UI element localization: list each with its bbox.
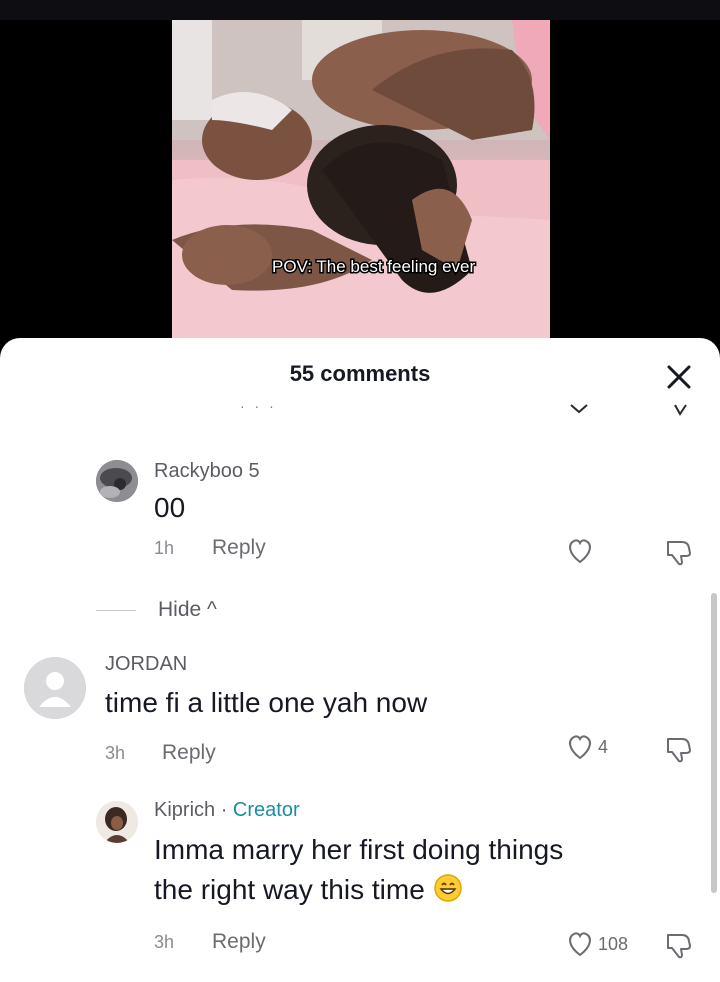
comment-text: 00 <box>154 492 186 523</box>
video-player[interactable]: POV: The best feeling ever <box>172 20 550 338</box>
comment-text: time fi a little one yah now <box>105 687 428 718</box>
comment-text-line: the right way this time <box>154 874 425 905</box>
reply-button[interactable]: Reply <box>162 741 216 765</box>
comment-username[interactable]: JORDAN <box>105 653 187 676</box>
video-thumbnail: POV: The best feeling ever <box>172 20 550 338</box>
dislike-button[interactable] <box>664 735 694 768</box>
comment-time: 1h <box>154 538 175 558</box>
video-caption: POV: The best feeling ever <box>272 257 476 276</box>
close-icon <box>667 365 691 389</box>
heart-icon <box>569 539 591 564</box>
comment-time: 3h <box>154 932 175 952</box>
like-count: 108 <box>598 933 629 954</box>
dislike-icon <box>667 738 691 763</box>
scrollbar[interactable] <box>711 593 717 893</box>
creator-separator: · <box>215 799 233 821</box>
comment-username[interactable]: Kiprich <box>154 799 215 821</box>
chevron-down-icon <box>570 404 588 414</box>
avatar[interactable] <box>24 657 86 719</box>
dislike-button[interactable] <box>664 538 694 571</box>
avatar-image <box>96 801 138 843</box>
reply-button[interactable]: Reply <box>212 536 266 560</box>
comment-username-row: Kiprich · Creator <box>154 799 300 822</box>
dislike-icon <box>667 934 691 959</box>
comment-text-line: Imma marry her first doing things <box>154 834 564 865</box>
comment-username[interactable]: Rackyboo 5 <box>154 460 260 483</box>
like-button[interactable] <box>566 538 594 564</box>
avatar[interactable] <box>96 460 138 502</box>
close-button[interactable] <box>664 362 694 392</box>
grin-emoji-icon <box>433 874 462 902</box>
like-button[interactable]: 108 <box>566 931 628 957</box>
comment-text: Imma marry her first doing things the ri… <box>154 830 714 910</box>
truncated-previous-comment: · · · <box>0 398 720 428</box>
comment-text-line2: the right way this time <box>154 870 714 910</box>
comments-sheet: 55 comments · · · Rackyboo 5 00 1h Reply <box>0 338 720 982</box>
like-count: 4 <box>598 736 609 757</box>
hide-replies-button[interactable]: Hide ^ <box>158 598 217 622</box>
heart-icon <box>569 735 591 760</box>
reply-button[interactable]: Reply <box>212 930 266 954</box>
like-button[interactable]: 4 <box>566 734 608 760</box>
comments-count-title: 55 comments <box>289 361 431 386</box>
heart-icon <box>569 932 591 957</box>
comment-time: 3h <box>105 743 126 763</box>
truncated-dots: · · · <box>240 398 277 414</box>
avatar-image <box>96 460 138 502</box>
chevron-down-icon <box>674 404 687 416</box>
divider <box>96 610 136 611</box>
avatar[interactable] <box>96 801 138 843</box>
dislike-icon <box>667 541 691 566</box>
default-avatar-icon <box>24 657 86 719</box>
status-strip <box>0 0 720 20</box>
video-area[interactable]: POV: The best feeling ever <box>0 0 720 345</box>
creator-badge: Creator <box>232 799 300 821</box>
dislike-button[interactable] <box>664 931 694 964</box>
